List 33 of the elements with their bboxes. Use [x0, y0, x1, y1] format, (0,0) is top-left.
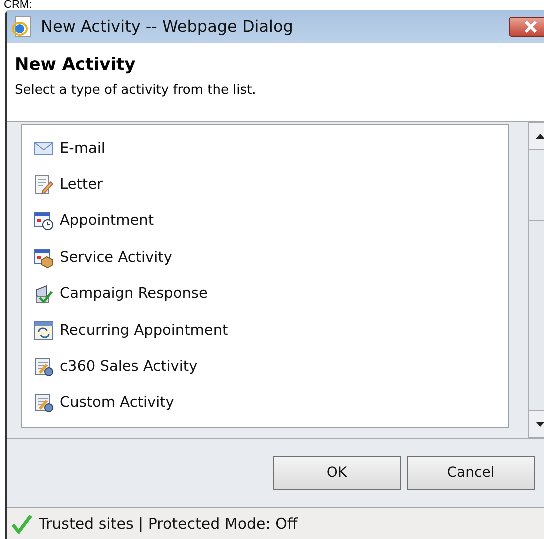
checkmark-icon	[11, 514, 33, 534]
document-pencil-icon	[34, 175, 54, 196]
dialog-heading: New Activity	[15, 55, 137, 75]
activity-item[interactable]: Campaign Response	[34, 280, 496, 308]
activity-item[interactable]: Appointment	[34, 208, 496, 236]
dialog-button[interactable]: OK	[273, 456, 401, 490]
activity-label: Letter	[60, 177, 103, 194]
close-icon	[524, 20, 538, 32]
dialog-button[interactable]: Cancel	[407, 456, 535, 490]
down-arrow-icon	[536, 422, 544, 426]
activity-item[interactable]: Service Activity	[34, 244, 496, 272]
activity-item[interactable]: c360 Sales Activity	[34, 353, 496, 381]
activity-item[interactable]: Recurring Appointment	[34, 316, 496, 344]
activity-label: Service Activity	[60, 250, 172, 266]
browser-page-icon	[11, 16, 33, 38]
window-title: New Activity -- Webpage Dialog	[41, 17, 294, 36]
activity-label: Custom Activity	[60, 395, 174, 412]
activity-label: c360 Sales Activity	[60, 358, 198, 375]
calendar-box-icon	[34, 248, 54, 268]
calendar-arrows-icon	[34, 320, 54, 341]
activity-item[interactable]: Custom Activity	[34, 390, 496, 417]
backdrop-text: CRM:	[3, 0, 34, 10]
activity-item[interactable]: E-mail	[34, 135, 496, 162]
calendar-clock-icon	[34, 211, 54, 232]
instruction-text: Select a type of activity from the list.	[15, 83, 258, 98]
activity-label: E-mail	[60, 140, 106, 157]
close-button[interactable]	[509, 16, 544, 36]
activity-label: Campaign Response	[60, 286, 208, 302]
activity-item[interactable]: Letter	[34, 171, 496, 199]
status-text: Trusted sites | Protected Mode: Off	[39, 514, 298, 532]
up-arrow-icon	[536, 134, 544, 138]
activity-label: Appointment	[60, 213, 154, 230]
activity-label: Recurring Appointment	[60, 322, 228, 339]
